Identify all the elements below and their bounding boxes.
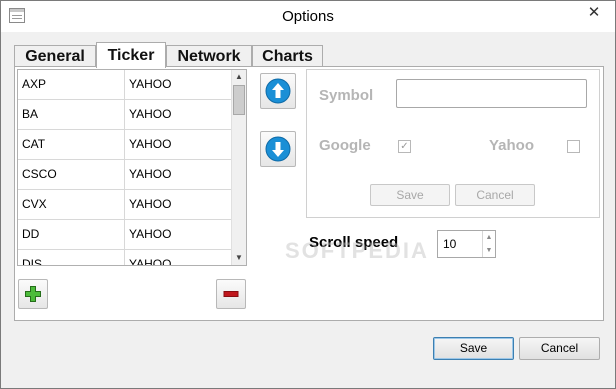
ticker-source-cell[interactable]: YAHOO: [129, 130, 171, 159]
ticker-edit-group: Symbol Google ✓ Yahoo Save Cancel: [306, 69, 600, 218]
ticker-symbol-cell[interactable]: BA: [18, 100, 125, 129]
scroll-speed-spinbox[interactable]: 10 ▲ ▼: [437, 230, 496, 258]
google-label: Google: [319, 137, 371, 154]
google-checkbox[interactable]: ✓: [398, 140, 411, 153]
table-row[interactable]: AXP YAHOO: [18, 70, 232, 100]
ticker-panel: AXP YAHOO BA YAHOO CAT YAHOO CSCO YAHOO …: [14, 66, 604, 321]
ticker-source-cell[interactable]: YAHOO: [129, 160, 171, 189]
table-row[interactable]: CAT YAHOO: [18, 130, 232, 160]
options-window: Options ✕ General Ticker Network Charts …: [0, 0, 616, 389]
table-row[interactable]: CSCO YAHOO: [18, 160, 232, 190]
ticker-source-cell[interactable]: YAHOO: [129, 100, 171, 129]
tab-ticker[interactable]: Ticker: [96, 42, 166, 68]
scrollbar-thumb[interactable]: [233, 85, 245, 115]
scroll-down-arrow-icon[interactable]: ▼: [232, 251, 246, 265]
ticker-source-cell[interactable]: YAHOO: [129, 70, 171, 99]
symbol-label: Symbol: [319, 87, 374, 104]
table-row[interactable]: DIS YAHOO: [18, 250, 232, 265]
scroll-up-arrow-icon[interactable]: ▲: [232, 70, 246, 84]
ticker-symbol-cell[interactable]: CSCO: [18, 160, 125, 189]
title-bar: Options ✕: [1, 1, 615, 32]
move-down-button[interactable]: [260, 131, 296, 167]
cancel-ticker-button[interactable]: Cancel: [455, 184, 535, 206]
tab-general[interactable]: General: [14, 45, 96, 67]
window-title: Options: [282, 8, 334, 25]
checkmark-icon: ✓: [400, 141, 409, 152]
table-row[interactable]: BA YAHOO: [18, 100, 232, 130]
yahoo-label: Yahoo: [489, 137, 535, 154]
close-icon[interactable]: ✕: [577, 3, 611, 25]
ticker-symbol-cell[interactable]: AXP: [18, 70, 125, 99]
arrow-up-icon: [265, 78, 291, 104]
watermark: SOFTPEDIA: [285, 238, 429, 263]
ticker-symbol-cell[interactable]: CAT: [18, 130, 125, 159]
table-row[interactable]: CVX YAHOO: [18, 190, 232, 220]
arrow-down-icon: [265, 136, 291, 162]
yahoo-checkbox[interactable]: [567, 140, 580, 153]
tab-network[interactable]: Network: [166, 45, 252, 67]
spin-up-icon[interactable]: ▲: [483, 231, 495, 244]
plus-icon: [25, 286, 41, 302]
ticker-source-cell[interactable]: YAHOO: [129, 250, 171, 265]
add-ticker-button[interactable]: [18, 279, 48, 309]
scroll-speed-value[interactable]: 10: [443, 231, 456, 257]
minus-icon: [223, 291, 239, 297]
symbol-input[interactable]: [396, 79, 587, 108]
ticker-symbol-cell[interactable]: DIS: [18, 250, 125, 265]
save-button[interactable]: Save: [433, 337, 514, 360]
ticker-source-cell[interactable]: YAHOO: [129, 190, 171, 219]
spin-down-icon[interactable]: ▼: [483, 244, 495, 257]
ticker-list[interactable]: AXP YAHOO BA YAHOO CAT YAHOO CSCO YAHOO …: [17, 69, 247, 266]
remove-ticker-button[interactable]: [216, 279, 246, 309]
move-up-button[interactable]: [260, 73, 296, 109]
ticker-source-cell[interactable]: YAHOO: [129, 220, 171, 249]
ticker-symbol-cell[interactable]: DD: [18, 220, 125, 249]
cancel-button[interactable]: Cancel: [519, 337, 600, 360]
tab-charts[interactable]: Charts: [252, 45, 323, 67]
save-ticker-button[interactable]: Save: [370, 184, 450, 206]
ticker-symbol-cell[interactable]: CVX: [18, 190, 125, 219]
table-row[interactable]: DD YAHOO: [18, 220, 232, 250]
spinbox-arrows: ▲ ▼: [482, 231, 495, 257]
ticker-list-scrollbar[interactable]: ▲ ▼: [231, 70, 246, 265]
